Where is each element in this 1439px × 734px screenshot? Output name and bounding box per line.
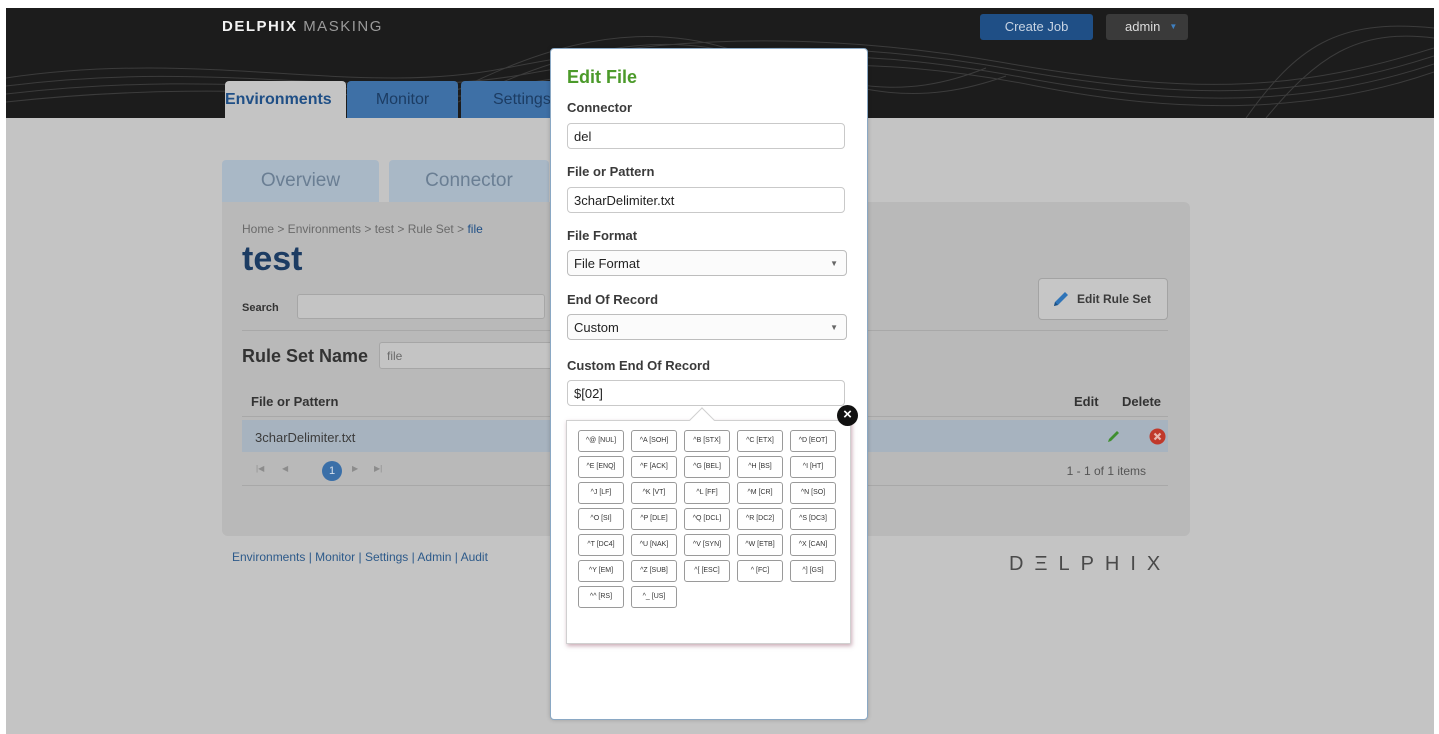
- tab-settings[interactable]: Settings: [461, 81, 561, 118]
- control-char-button[interactable]: ^M [CR]: [737, 482, 783, 504]
- subtab-connector[interactable]: Connector: [389, 160, 549, 202]
- page-title: test: [242, 240, 303, 278]
- control-char-button[interactable]: ^I [HT]: [790, 456, 836, 478]
- edit-rule-set-button[interactable]: Edit Rule Set: [1038, 278, 1168, 320]
- control-char-button[interactable]: ^X [CAN]: [790, 534, 836, 556]
- control-char-button[interactable]: ^T [DC4]: [578, 534, 624, 556]
- control-char-button[interactable]: ^K [VT]: [631, 482, 677, 504]
- control-char-button[interactable]: ^P [DLE]: [631, 508, 677, 530]
- column-header-edit: Edit: [1074, 394, 1099, 409]
- file-pattern-label: File or Pattern: [567, 164, 655, 179]
- control-char-button[interactable]: ^N [SO]: [790, 482, 836, 504]
- control-char-button[interactable]: ^W [ETB]: [737, 534, 783, 556]
- rule-set-name-label: Rule Set Name: [242, 346, 369, 366]
- control-char-button[interactable]: ^[ [ESC]: [684, 560, 730, 582]
- control-char-button[interactable]: ^@ [NUL]: [578, 430, 624, 452]
- chevron-down-icon: ▼: [1169, 22, 1178, 31]
- control-char-button[interactable]: ^U [NAK]: [631, 534, 677, 556]
- close-icon[interactable]: ×: [837, 405, 858, 426]
- pencil-icon[interactable]: [1106, 428, 1122, 444]
- control-char-button[interactable]: ^] [GS]: [790, 560, 836, 582]
- connector-field[interactable]: del: [567, 123, 845, 149]
- file-format-label: File Format: [567, 228, 638, 243]
- delete-icon[interactable]: [1149, 428, 1166, 445]
- end-of-record-select[interactable]: Custom ▼: [567, 314, 847, 340]
- subtab-overview[interactable]: Overview: [222, 160, 379, 202]
- dialog-title: Edit File: [567, 67, 638, 87]
- search-label: Search: [242, 302, 279, 314]
- control-char-button[interactable]: ^Y [EM]: [578, 560, 624, 582]
- control-char-button[interactable]: ^E [ENQ]: [578, 456, 624, 478]
- custom-end-of-record-field[interactable]: $[02]: [567, 380, 845, 406]
- control-char-button[interactable]: ^L [FF]: [684, 482, 730, 504]
- user-menu[interactable]: admin ▼: [1106, 14, 1188, 40]
- file-format-select[interactable]: File Format ▼: [567, 250, 847, 276]
- control-char-button[interactable]: ^A [SOH]: [631, 430, 677, 452]
- control-char-button[interactable]: ^_ [US]: [631, 586, 677, 608]
- column-header-file: File or Pattern: [251, 394, 339, 409]
- breadcrumb: Home > Environments > test > Rule Set > …: [242, 222, 483, 236]
- control-char-button[interactable]: ^Z [SUB]: [631, 560, 677, 582]
- control-char-button[interactable]: ^V [SYN]: [684, 534, 730, 556]
- rule-set-name-field[interactable]: file: [379, 342, 554, 369]
- last-page-icon[interactable]: ▶|: [374, 464, 382, 473]
- prev-page-icon[interactable]: ◀: [282, 464, 288, 473]
- next-page-icon[interactable]: ▶: [352, 464, 358, 473]
- first-page-icon[interactable]: |◀: [256, 464, 264, 473]
- custom-end-of-record-label: Custom End Of Record: [567, 358, 711, 373]
- breadcrumb-current[interactable]: file: [467, 222, 482, 236]
- control-char-button[interactable]: ^ [FC]: [737, 560, 783, 582]
- create-job-button[interactable]: Create Job: [980, 14, 1093, 40]
- pencil-icon: [1054, 292, 1068, 306]
- control-char-button[interactable]: ^C [ETX]: [737, 430, 783, 452]
- control-char-button[interactable]: ^Q [DCL]: [684, 508, 730, 530]
- current-page[interactable]: 1: [322, 461, 342, 481]
- file-name-cell: 3charDelimiter.txt: [255, 430, 356, 445]
- control-char-button[interactable]: ^H [BS]: [737, 456, 783, 478]
- control-char-button[interactable]: ^S [DC3]: [790, 508, 836, 530]
- control-char-button[interactable]: ^^ [RS]: [578, 586, 624, 608]
- control-char-button[interactable]: ^R [DC2]: [737, 508, 783, 530]
- file-pattern-field[interactable]: 3charDelimiter.txt: [567, 187, 845, 213]
- control-char-button[interactable]: ^G [BEL]: [684, 456, 730, 478]
- control-char-button[interactable]: ^B [STX]: [684, 430, 730, 452]
- pager-info: 1 - 1 of 1 items: [1066, 464, 1146, 478]
- brand-logo: DELPHIX MASKING: [222, 18, 383, 35]
- control-char-picker: [566, 420, 851, 644]
- user-name: admin: [1125, 19, 1161, 34]
- control-char-button[interactable]: ^J [LF]: [578, 482, 624, 504]
- tab-monitor[interactable]: Monitor: [347, 81, 458, 118]
- search-input[interactable]: [297, 294, 545, 319]
- connector-label: Connector: [567, 100, 632, 115]
- chevron-down-icon: ▼: [830, 323, 838, 332]
- control-char-button[interactable]: ^F [ACK]: [631, 456, 677, 478]
- control-char-button[interactable]: ^D [EOT]: [790, 430, 836, 452]
- column-header-delete: Delete: [1122, 394, 1162, 409]
- control-char-button[interactable]: ^O [SI]: [578, 508, 624, 530]
- footer-logo: DΞLPHIX: [1009, 553, 1172, 575]
- end-of-record-label: End Of Record: [567, 292, 659, 307]
- footer-links[interactable]: Environments | Monitor | Settings | Admi…: [232, 550, 488, 564]
- tab-environments[interactable]: Environments: [225, 81, 346, 118]
- chevron-down-icon: ▼: [830, 259, 838, 268]
